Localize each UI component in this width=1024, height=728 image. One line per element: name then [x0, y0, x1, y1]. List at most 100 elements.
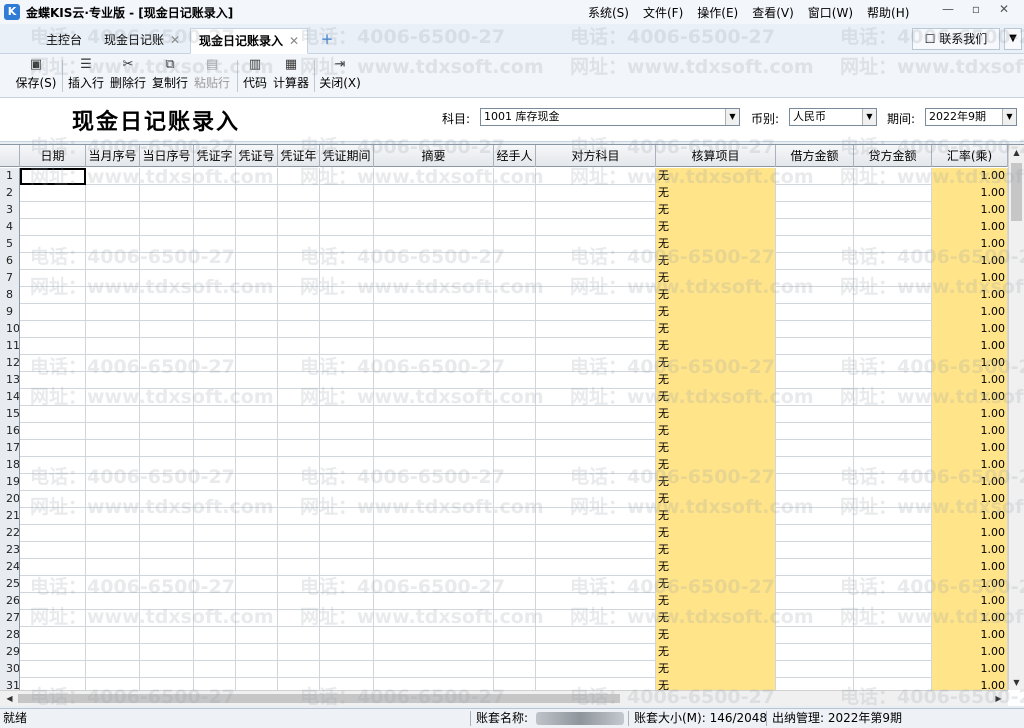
cell-accounting-item[interactable]: 无: [656, 661, 776, 678]
cell-voucher-no[interactable]: [236, 593, 278, 610]
cell-counter-account[interactable]: [536, 304, 656, 321]
table-row[interactable]: 8 无 1.00: [0, 287, 1008, 304]
cell-accounting-item[interactable]: 无: [656, 593, 776, 610]
cell-voucher-period[interactable]: [320, 627, 374, 644]
cell-date[interactable]: [20, 542, 86, 559]
cell-accounting-item[interactable]: 无: [656, 372, 776, 389]
cell-date[interactable]: [20, 270, 86, 287]
cell-date[interactable]: [20, 576, 86, 593]
cell-day-seq[interactable]: [140, 287, 194, 304]
cell-counter-account[interactable]: [536, 610, 656, 627]
cell-handler[interactable]: [494, 202, 536, 219]
cell-credit[interactable]: [854, 440, 932, 457]
cell-voucher-period[interactable]: [320, 304, 374, 321]
cell-exchange-rate[interactable]: 1.00: [932, 474, 1008, 491]
cell-voucher-period[interactable]: [320, 440, 374, 457]
cell-voucher-year[interactable]: [278, 678, 320, 690]
cell-day-seq[interactable]: [140, 236, 194, 253]
cell-handler[interactable]: [494, 270, 536, 287]
cell-debit[interactable]: [776, 440, 854, 457]
cell-voucher-year[interactable]: [278, 253, 320, 270]
cell-voucher-no[interactable]: [236, 491, 278, 508]
table-row[interactable]: 14 无 1.00: [0, 389, 1008, 406]
cell-voucher-year[interactable]: [278, 321, 320, 338]
cell-debit[interactable]: [776, 168, 854, 185]
cell-date[interactable]: [20, 559, 86, 576]
cell-counter-account[interactable]: [536, 593, 656, 610]
cell-counter-account[interactable]: [536, 236, 656, 253]
cell-exchange-rate[interactable]: 1.00: [932, 559, 1008, 576]
save-button[interactable]: ▣ 保存(S): [14, 56, 58, 96]
cell-day-seq[interactable]: [140, 185, 194, 202]
cell-voucher-year[interactable]: [278, 559, 320, 576]
cell-exchange-rate[interactable]: 1.00: [932, 542, 1008, 559]
cell-voucher-no[interactable]: [236, 219, 278, 236]
table-row[interactable]: 26 无 1.00: [0, 593, 1008, 610]
cell-voucher-no[interactable]: [236, 661, 278, 678]
close-icon[interactable]: ✕: [289, 34, 299, 48]
cell-handler[interactable]: [494, 525, 536, 542]
row-number[interactable]: 1: [0, 168, 20, 185]
cell-credit[interactable]: [854, 236, 932, 253]
cell-voucher-no[interactable]: [236, 304, 278, 321]
cell-month-seq[interactable]: [86, 253, 140, 270]
row-number[interactable]: 22: [0, 525, 20, 542]
cell-voucher-period[interactable]: [320, 593, 374, 610]
cell-credit[interactable]: [854, 219, 932, 236]
table-row[interactable]: 13 无 1.00: [0, 372, 1008, 389]
row-number[interactable]: 29: [0, 644, 20, 661]
table-row[interactable]: 10 无 1.00: [0, 321, 1008, 338]
cell-voucher-type[interactable]: [194, 236, 236, 253]
cell-counter-account[interactable]: [536, 355, 656, 372]
cell-debit[interactable]: [776, 389, 854, 406]
cell-handler[interactable]: [494, 678, 536, 690]
menu-help[interactable]: 帮助(H): [867, 4, 909, 21]
cell-month-seq[interactable]: [86, 525, 140, 542]
menu-file[interactable]: 文件(F): [643, 4, 683, 21]
cell-summary[interactable]: [374, 185, 494, 202]
cell-summary[interactable]: [374, 202, 494, 219]
cell-date[interactable]: [20, 372, 86, 389]
cell-date[interactable]: [20, 185, 86, 202]
cell-counter-account[interactable]: [536, 644, 656, 661]
cell-debit[interactable]: [776, 610, 854, 627]
scroll-down-icon[interactable]: ▼: [1009, 675, 1024, 690]
cell-accounting-item[interactable]: 无: [656, 508, 776, 525]
insert-row-button[interactable]: ☰ 插入行: [66, 56, 106, 96]
cell-credit[interactable]: [854, 644, 932, 661]
table-row[interactable]: 19 无 1.00: [0, 474, 1008, 491]
cell-voucher-no[interactable]: [236, 372, 278, 389]
scroll-left-icon[interactable]: ◀: [2, 691, 17, 706]
cell-debit[interactable]: [776, 508, 854, 525]
cell-date[interactable]: [20, 457, 86, 474]
cell-debit[interactable]: [776, 423, 854, 440]
cell-month-seq[interactable]: [86, 508, 140, 525]
horizontal-scrollbar[interactable]: ◀ ▶: [0, 690, 1008, 706]
table-row[interactable]: 7 无 1.00: [0, 270, 1008, 287]
cell-month-seq[interactable]: [86, 338, 140, 355]
chevron-down-icon[interactable]: ▼: [1004, 28, 1022, 50]
cell-handler[interactable]: [494, 253, 536, 270]
cell-credit[interactable]: [854, 287, 932, 304]
cell-month-seq[interactable]: [86, 542, 140, 559]
cell-counter-account[interactable]: [536, 678, 656, 690]
close-button[interactable]: ⇥ 关闭(X): [318, 56, 362, 96]
cell-voucher-year[interactable]: [278, 644, 320, 661]
menu-view[interactable]: 查看(V): [752, 4, 794, 21]
cell-exchange-rate[interactable]: 1.00: [932, 661, 1008, 678]
table-row[interactable]: 5 无 1.00: [0, 236, 1008, 253]
cell-handler[interactable]: [494, 661, 536, 678]
cell-voucher-type[interactable]: [194, 355, 236, 372]
cell-day-seq[interactable]: [140, 372, 194, 389]
cell-debit[interactable]: [776, 287, 854, 304]
column-header-day-seq[interactable]: 当日序号: [140, 145, 194, 167]
cell-exchange-rate[interactable]: 1.00: [932, 253, 1008, 270]
cell-exchange-rate[interactable]: 1.00: [932, 457, 1008, 474]
table-row[interactable]: 12 无 1.00: [0, 355, 1008, 372]
cell-handler[interactable]: [494, 457, 536, 474]
cell-handler[interactable]: [494, 423, 536, 440]
cell-summary[interactable]: [374, 491, 494, 508]
cell-voucher-no[interactable]: [236, 287, 278, 304]
cell-handler[interactable]: [494, 508, 536, 525]
cell-accounting-item[interactable]: 无: [656, 219, 776, 236]
